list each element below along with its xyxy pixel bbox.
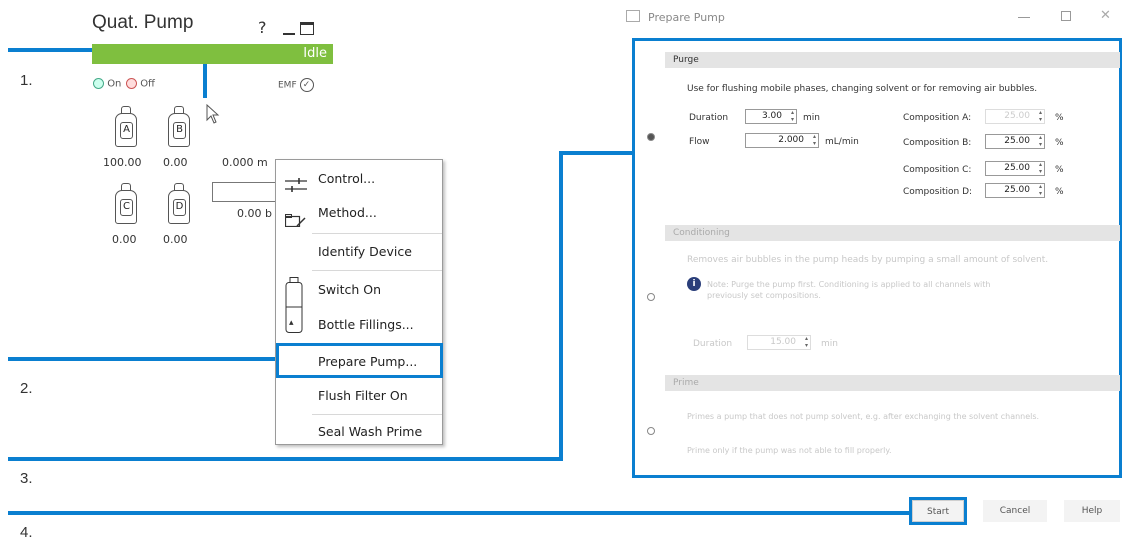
purge-description: Use for flushing mobile phases, changing… bbox=[687, 84, 1038, 94]
power-off-icon bbox=[126, 78, 137, 89]
bottle-d-value: 0.00 bbox=[163, 233, 188, 246]
dialog-maximize-icon[interactable] bbox=[1061, 11, 1071, 21]
dialog-app-icon bbox=[626, 10, 640, 22]
annotation-line-3 bbox=[8, 457, 563, 461]
on-button[interactable]: On bbox=[93, 78, 121, 90]
composition-a-unit: % bbox=[1055, 113, 1064, 123]
composition-b-unit: % bbox=[1055, 138, 1064, 148]
menu-item-identify-device[interactable]: Identify Device bbox=[276, 236, 442, 268]
prepare-pump-highlight bbox=[276, 343, 443, 378]
purge-flow-label: Flow bbox=[689, 137, 710, 147]
bottle-c[interactable]: C bbox=[115, 183, 139, 227]
prime-note: Prime only if the pump was not able to f… bbox=[687, 446, 892, 455]
step-2-label: 2. bbox=[20, 380, 33, 397]
menu-item-flush-filter-on[interactable]: Flush Filter On bbox=[276, 380, 442, 412]
mouse-cursor-icon bbox=[206, 103, 220, 128]
conditioning-description: Removes air bubbles in the pump heads by… bbox=[687, 255, 1049, 265]
off-label: Off bbox=[140, 78, 155, 90]
context-menu: Control... Method... Identify Device ▴ S… bbox=[275, 159, 443, 445]
help-button[interactable]: Help bbox=[1064, 500, 1120, 522]
menu-item-label: Method... bbox=[318, 205, 377, 220]
info-icon: i bbox=[687, 277, 701, 291]
flow-readout: 0.000 m bbox=[222, 156, 268, 169]
checkmark-icon: ✓ bbox=[299, 78, 314, 92]
step-3-label: 3. bbox=[20, 470, 33, 487]
on-label: On bbox=[107, 78, 122, 90]
annotation-line-2 bbox=[8, 357, 280, 361]
cancel-button[interactable]: Cancel bbox=[983, 500, 1047, 522]
prime-description: Primes a pump that does not pump solvent… bbox=[687, 412, 1040, 421]
bottle-d[interactable]: D bbox=[168, 183, 192, 227]
maximize-icon[interactable] bbox=[300, 22, 314, 35]
method-icon bbox=[284, 207, 307, 239]
prime-radio[interactable] bbox=[647, 427, 655, 435]
purge-duration-label: Duration bbox=[689, 113, 729, 123]
composition-b-label: Composition B: bbox=[903, 138, 972, 148]
prepare-options-panel: Purge Use for flushing mobile phases, ch… bbox=[632, 38, 1122, 478]
pump-title: Quat. Pump bbox=[92, 12, 194, 33]
power-on-icon bbox=[93, 78, 104, 89]
menu-item-label: Identify Device bbox=[318, 244, 412, 259]
off-button[interactable]: Off bbox=[126, 78, 155, 90]
menu-item-label: Seal Wash Prime bbox=[318, 424, 423, 439]
composition-d-unit: % bbox=[1055, 187, 1064, 197]
status-badge: Idle bbox=[92, 44, 333, 64]
menu-item-control[interactable]: Control... bbox=[276, 163, 442, 195]
help-icon[interactable]: ? bbox=[258, 18, 267, 37]
pressure-bar bbox=[212, 182, 278, 202]
bottle-letter: A bbox=[120, 122, 133, 139]
emf-label: EMF bbox=[278, 80, 297, 91]
menu-item-label: Bottle Fillings... bbox=[318, 317, 414, 332]
minimize-icon[interactable] bbox=[283, 33, 295, 35]
composition-c-input[interactable]: 25.00 bbox=[985, 161, 1045, 176]
purge-flow-unit: mL/min bbox=[825, 137, 859, 147]
step-1-label: 1. bbox=[20, 72, 33, 89]
composition-d-label: Composition D: bbox=[903, 187, 973, 197]
composition-d-input[interactable]: 25.00 bbox=[985, 183, 1045, 198]
bottle-a-value: 100.00 bbox=[103, 156, 142, 169]
composition-c-label: Composition C: bbox=[903, 165, 972, 175]
dialog-close-icon[interactable]: ✕ bbox=[1100, 8, 1111, 23]
conditioning-duration-input[interactable]: 15.00 bbox=[747, 335, 811, 350]
bottle-b-value: 0.00 bbox=[163, 156, 188, 169]
annotation-line-4 bbox=[8, 511, 913, 515]
purge-radio[interactable] bbox=[647, 133, 655, 141]
conditioning-duration-unit: min bbox=[821, 339, 838, 349]
composition-c-unit: % bbox=[1055, 165, 1064, 175]
bottle-b[interactable]: B bbox=[168, 106, 192, 150]
conditioning-duration-label: Duration bbox=[693, 339, 733, 349]
menu-item-label: Control... bbox=[318, 171, 376, 186]
purge-section-header: Purge bbox=[665, 52, 1120, 68]
conditioning-radio[interactable] bbox=[647, 293, 655, 301]
pressure-readout: 0.00 b bbox=[237, 207, 272, 220]
bottle-letter: B bbox=[173, 122, 186, 139]
menu-item-label: Switch On bbox=[318, 282, 382, 297]
conditioning-section-header: Conditioning bbox=[665, 225, 1120, 241]
menu-item-label: Flush Filter On bbox=[318, 388, 408, 403]
start-button-highlight bbox=[909, 497, 967, 525]
composition-b-input[interactable]: 25.00 bbox=[985, 134, 1045, 149]
annotation-line-3-vertical bbox=[559, 151, 563, 461]
bottle-letter: D bbox=[173, 199, 186, 216]
bottle-letter: C bbox=[120, 199, 133, 216]
menu-item-switch-on[interactable]: Switch On bbox=[276, 274, 442, 306]
menu-item-seal-wash-prime[interactable]: Seal Wash Prime bbox=[276, 416, 442, 448]
menu-item-bottle-fillings[interactable]: Bottle Fillings... bbox=[276, 309, 442, 341]
composition-a-label: Composition A: bbox=[903, 113, 972, 123]
menu-item-method[interactable]: Method... bbox=[276, 197, 442, 229]
prime-section-header: Prime bbox=[665, 375, 1120, 391]
emf-indicator[interactable]: EMF ✓ bbox=[278, 78, 314, 92]
conditioning-info-text: Note: Purge the pump first. Conditioning… bbox=[707, 280, 991, 300]
purge-duration-unit: min bbox=[803, 113, 820, 123]
dialog-title: Prepare Pump bbox=[648, 11, 725, 24]
purge-flow-input[interactable]: 2.000 bbox=[745, 133, 819, 148]
dialog-minimize-icon[interactable] bbox=[1018, 17, 1030, 18]
composition-a-input[interactable]: 25.00 bbox=[985, 109, 1045, 124]
bottle-c-value: 0.00 bbox=[112, 233, 137, 246]
purge-duration-input[interactable]: 3.00 bbox=[745, 109, 797, 124]
bottle-a[interactable]: A bbox=[115, 106, 139, 150]
step-4-label: 4. bbox=[20, 524, 33, 541]
annotation-line-3-horizontal bbox=[559, 151, 635, 155]
